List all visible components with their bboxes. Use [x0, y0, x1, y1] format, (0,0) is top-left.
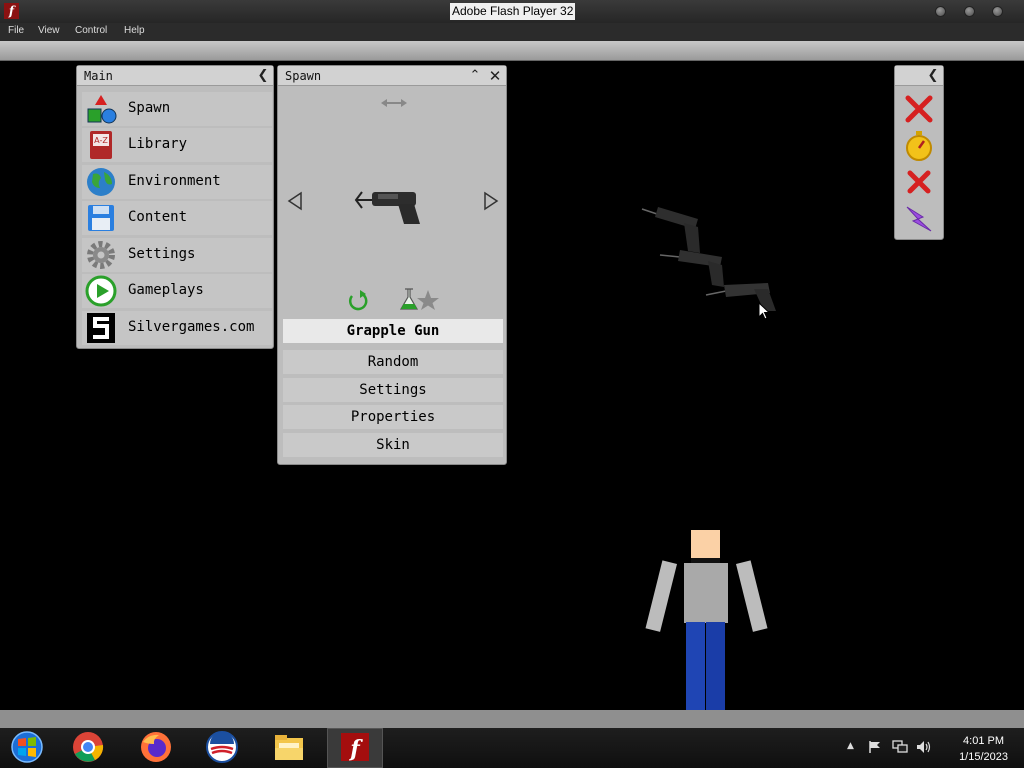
- main-item-label: Content: [128, 209, 188, 225]
- main-item-label: Environment: [128, 173, 221, 189]
- lightning-icon[interactable]: [903, 203, 935, 235]
- ragdoll-torso: [684, 563, 728, 623]
- grapple-gun-preview-icon: [354, 191, 420, 224]
- resize-horizontal-icon[interactable]: [381, 97, 407, 109]
- globe-icon: [87, 168, 115, 196]
- obama-logo-icon[interactable]: [205, 730, 239, 764]
- game-top-bar: [0, 41, 1024, 61]
- spawned-grapple-guns: [641, 207, 776, 311]
- spawn-option-properties[interactable]: Properties: [283, 405, 503, 429]
- close-window-button[interactable]: [992, 6, 1003, 17]
- menu-bar: File View Control Help: [0, 23, 1024, 41]
- spawn-panel-header: Spawn ⌃ ✕: [278, 66, 506, 86]
- close-red-x-icon[interactable]: [903, 166, 935, 198]
- main-panel: Main ❮ Spawn A-Z Library Environment Con…: [76, 65, 274, 349]
- main-panel-header: Main ❮: [77, 66, 273, 86]
- menu-view[interactable]: View: [38, 25, 60, 36]
- ragdoll-right-leg: [706, 622, 725, 710]
- refresh-icon[interactable]: [347, 289, 369, 311]
- network-icon[interactable]: [892, 740, 908, 754]
- shapes-icon: [87, 95, 117, 124]
- spawn-selected-item[interactable]: Grapple Gun: [283, 319, 503, 343]
- minimize-button[interactable]: [935, 6, 946, 17]
- ragdoll-left-arm: [645, 560, 677, 632]
- windows-start-icon[interactable]: [10, 730, 44, 764]
- floppy-disk-icon: [88, 205, 114, 231]
- maximize-button[interactable]: [964, 6, 975, 17]
- menu-help[interactable]: Help: [124, 25, 145, 36]
- main-item-environment[interactable]: Environment: [82, 165, 272, 199]
- tray-expand-icon[interactable]: ▲: [847, 741, 854, 751]
- action-center-flag-icon[interactable]: [868, 740, 882, 754]
- collapse-left-icon[interactable]: ❮: [924, 67, 942, 85]
- collapse-left-icon[interactable]: ❮: [254, 67, 272, 85]
- stopwatch-icon[interactable]: [903, 130, 935, 162]
- flash-player-icon[interactable]: f: [338, 730, 372, 764]
- svg-text:A-Z: A-Z: [94, 136, 108, 145]
- main-item-label: Library: [128, 136, 188, 152]
- tools-panel: ❮: [894, 65, 944, 240]
- main-item-label: Silvergames.com: [128, 319, 255, 335]
- volume-icon[interactable]: [916, 740, 932, 754]
- menu-file[interactable]: File: [8, 25, 24, 36]
- window-titlebar: f Adobe Flash Player 32: [0, 0, 1024, 23]
- grapple-gun-sprite: [641, 207, 700, 253]
- main-item-gameplays[interactable]: Gameplays: [82, 274, 272, 308]
- spawn-option-random[interactable]: Random: [283, 350, 503, 374]
- clock-time: 4:01 PM: [963, 735, 1005, 747]
- arrow-right-icon[interactable]: [483, 191, 499, 211]
- tools-panel-header: ❮: [895, 66, 943, 86]
- spawn-panel-title: Spawn: [285, 69, 322, 83]
- chrome-icon[interactable]: [71, 730, 105, 764]
- spawn-option-skin[interactable]: Skin: [283, 433, 503, 457]
- taskbar-clock[interactable]: 4:01 PM 1/15/2023: [959, 733, 1008, 765]
- ragdoll-character[interactable]: [645, 530, 768, 710]
- grapple-gun-sprite: [659, 250, 724, 287]
- ragdoll-left-leg: [686, 622, 705, 710]
- play-icon: [85, 275, 117, 307]
- flash-app-icon: f: [4, 3, 19, 19]
- ragdoll-head: [691, 530, 720, 558]
- gear-icon: [87, 241, 115, 269]
- main-item-label: Settings: [128, 246, 196, 262]
- menu-control[interactable]: Control: [75, 25, 107, 36]
- delete-red-x-icon[interactable]: [903, 93, 935, 125]
- spawn-option-settings[interactable]: Settings: [283, 378, 503, 402]
- main-panel-title: Main: [84, 69, 113, 83]
- arrow-left-icon[interactable]: [287, 191, 303, 211]
- flask-star-icon[interactable]: [399, 287, 439, 311]
- main-item-spawn[interactable]: Spawn: [82, 92, 272, 126]
- main-item-label: Gameplays: [128, 282, 204, 298]
- silvergames-logo-icon: [87, 313, 115, 343]
- clock-date: 1/15/2023: [959, 751, 1008, 763]
- main-item-settings[interactable]: Settings: [82, 238, 272, 272]
- window-title: Adobe Flash Player 32: [450, 3, 576, 20]
- main-item-label: Spawn: [128, 100, 171, 116]
- main-item-silvergames[interactable]: Silvergames.com: [82, 311, 272, 345]
- close-icon[interactable]: ✕: [486, 67, 504, 85]
- spawn-panel: Spawn ⌃ ✕ Grapple Gun Random Settings Pr…: [277, 65, 507, 465]
- file-explorer-icon[interactable]: [272, 730, 306, 764]
- mouse-cursor-icon: [758, 302, 770, 320]
- collapse-up-icon[interactable]: ⌃: [466, 67, 484, 85]
- ragdoll-right-arm: [736, 560, 768, 632]
- main-item-content[interactable]: Content: [82, 201, 272, 235]
- book-icon: A-Z: [90, 131, 112, 159]
- firefox-icon[interactable]: [139, 730, 173, 764]
- main-item-library[interactable]: A-Z Library: [82, 128, 272, 162]
